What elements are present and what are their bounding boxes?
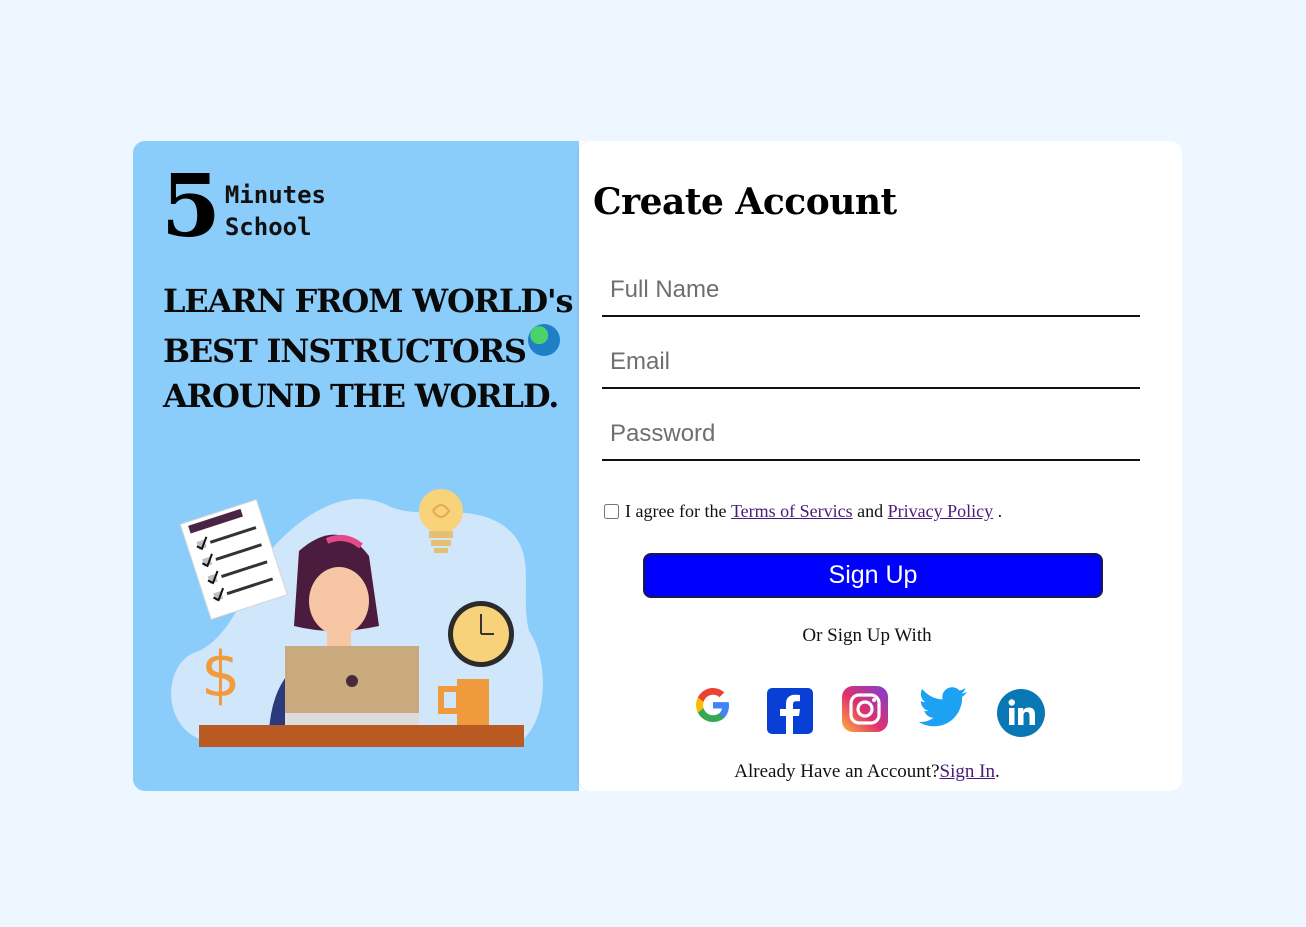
linkedin-icon[interactable] xyxy=(997,689,1045,737)
terms-checkbox[interactable] xyxy=(604,504,619,519)
logo-text: Minutes School xyxy=(225,179,326,243)
promo-panel: 5 Minutes School LEARN FROM WORLD's BEST… xyxy=(133,141,579,791)
google-icon[interactable] xyxy=(692,684,734,726)
clock-icon xyxy=(448,601,514,667)
hero-line-1: LEARN FROM WORLD's xyxy=(163,282,574,320)
hero-line-3: AROUND THE WORLD. xyxy=(163,377,559,415)
agree-and: and xyxy=(857,501,884,521)
terms-link[interactable]: Terms of Servics xyxy=(731,501,853,522)
desk xyxy=(199,725,524,747)
sign-in-suffix: . xyxy=(994,761,1000,782)
sign-up-button[interactable]: Sign Up xyxy=(643,553,1103,598)
logo-line-2: School xyxy=(224,213,312,241)
globe-icon xyxy=(527,324,560,356)
sign-in-link[interactable]: Sign In xyxy=(940,761,995,782)
privacy-link[interactable]: Privacy Policy xyxy=(888,501,994,522)
already-text: Already Have an Account? xyxy=(734,761,940,782)
twitter-icon[interactable] xyxy=(917,686,969,730)
hero-line-2: BEST INSTRUCTORS xyxy=(163,332,527,370)
email-input[interactable] xyxy=(602,337,1140,389)
agree-prefix: I agree for the xyxy=(625,501,727,521)
signup-card: 5 Minutes School LEARN FROM WORLD's BEST… xyxy=(133,141,1182,791)
terms-agreement: I agree for the Terms of Servics and Pri… xyxy=(602,501,1002,522)
logo-line-1: Minutes xyxy=(224,181,326,209)
laptop-icon xyxy=(285,646,419,731)
logo-number: 5 xyxy=(161,156,221,257)
brand-logo: 5 Minutes School xyxy=(161,156,326,257)
full-name-input[interactable] xyxy=(602,265,1140,317)
agree-suffix: . xyxy=(997,501,1003,521)
student-illustration: $ xyxy=(171,489,543,747)
or-sign-up-with-text: Or Sign Up With xyxy=(802,625,932,646)
instagram-icon[interactable] xyxy=(842,686,888,732)
form-title: Create Account xyxy=(593,181,897,223)
password-input[interactable] xyxy=(602,409,1140,461)
social-signup-row xyxy=(689,681,1059,741)
signup-form-panel: Create Account I agree for the Terms of … xyxy=(579,141,1182,791)
facebook-icon[interactable] xyxy=(767,688,813,734)
hero-headline: LEARN FROM WORLD's BEST INSTRUCTORS AROU… xyxy=(163,279,574,419)
dollar-icon: $ xyxy=(201,638,240,711)
sign-in-prompt: Already Have an Account?Sign In. xyxy=(579,761,1155,783)
